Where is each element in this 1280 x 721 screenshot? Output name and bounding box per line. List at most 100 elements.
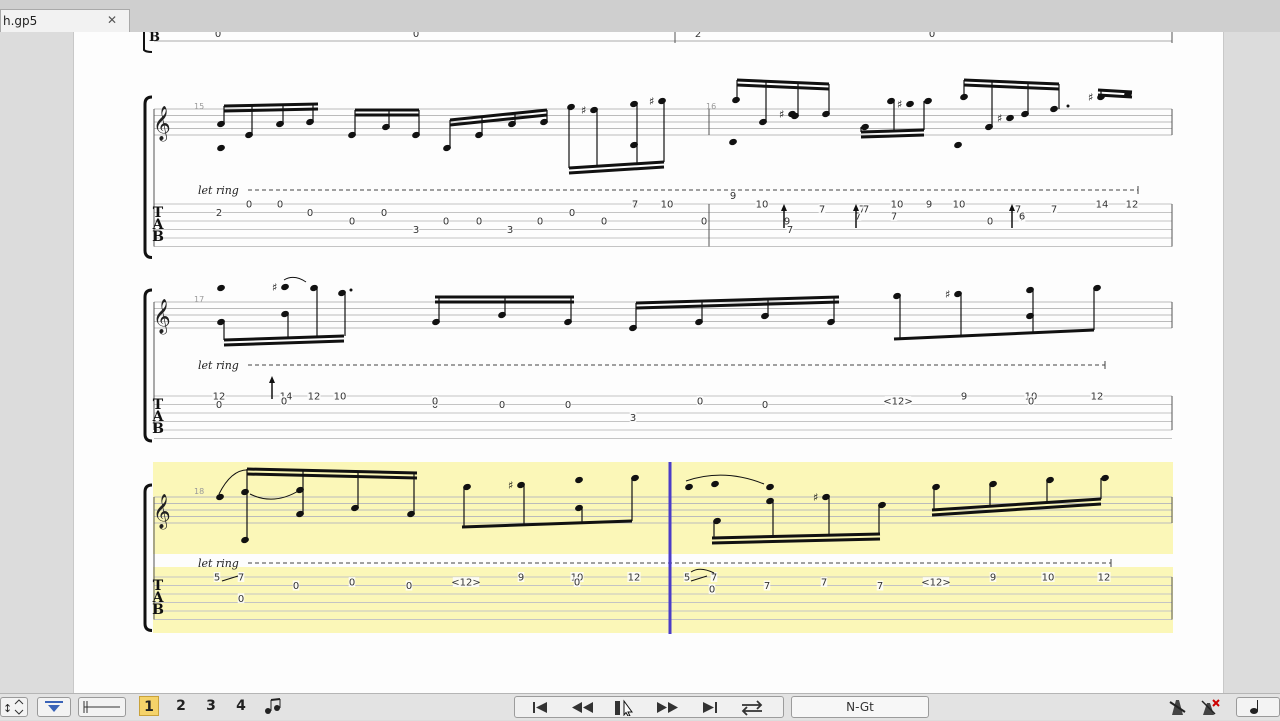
fret-number: 5 — [214, 573, 220, 584]
scroll-mode-button[interactable] — [37, 697, 71, 717]
measure-range-button[interactable] — [78, 697, 126, 717]
first-icon[interactable] — [525, 698, 555, 716]
measure-number: 17 — [194, 295, 204, 304]
quarter-note-icon — [1250, 700, 1258, 714]
fret-number: 12 — [1091, 392, 1104, 403]
fret-number: 3 — [630, 413, 636, 424]
beam — [736, 83, 830, 91]
fret-number: 10 — [756, 200, 769, 211]
rewind-icon[interactable] — [567, 698, 597, 716]
fret-number: 12 — [1098, 573, 1111, 584]
fret-number: 0 — [238, 594, 244, 605]
fret-number: 9 — [518, 573, 524, 584]
fret-number: 2 — [216, 208, 222, 219]
dot — [349, 288, 353, 292]
beam — [1097, 93, 1133, 99]
fret-number: 7 — [821, 578, 827, 589]
fret-number: 0 — [574, 578, 580, 589]
system-bracket — [143, 483, 153, 632]
fret-number: 0 — [215, 32, 221, 40]
fret-number: 7 — [787, 225, 793, 236]
loop-icon[interactable] — [737, 698, 767, 716]
measure-number: 18 — [194, 487, 204, 496]
note-head — [567, 103, 575, 111]
note-duration-button[interactable] — [1236, 697, 1280, 717]
fret-number: 5 — [684, 573, 690, 584]
let-ring-label: let ring — [198, 359, 239, 372]
close-icon[interactable]: ✕ — [107, 13, 117, 27]
forward-icon[interactable] — [653, 698, 683, 716]
fret-number: 9 — [730, 191, 736, 202]
file-tab[interactable]: h.gp5 ✕ — [0, 9, 130, 32]
fret-number: 0 — [709, 584, 715, 595]
sharp-sign: ♯ — [997, 112, 1002, 125]
track-button-3[interactable]: 3 — [201, 696, 221, 716]
count-in-icon[interactable] — [1199, 698, 1221, 716]
fret-number: 0 — [281, 397, 287, 408]
zoom-stepper[interactable]: ↕ — [0, 697, 28, 717]
fret-number: 12 — [1126, 200, 1139, 211]
bend-arrowhead — [781, 204, 787, 211]
partial-system-top: B 0 0 2 0 — [143, 32, 1173, 53]
fret-number: 0 — [1028, 397, 1034, 408]
beam — [1097, 88, 1133, 94]
fret-number: 10 — [953, 200, 966, 211]
transport-controls — [514, 696, 784, 718]
track-button-2[interactable]: 2 — [171, 696, 191, 716]
bottom-toolbar: ↕ 1 2 3 4 N-Gt — [0, 693, 1280, 720]
system-2: 𝄞TAB17let ring♯♯12014012100003000<12>910… — [143, 276, 1173, 443]
score-canvas[interactable]: B0020 𝄞TAB15 16let ring♯♯♯♯♯♯20 000030 0300… — [74, 32, 1225, 693]
scroll-down-icon — [45, 701, 63, 712]
let-ring-label: let ring — [198, 557, 239, 570]
track-name-field[interactable]: N-Gt — [791, 696, 929, 718]
file-tab-label: h.gp5 — [3, 14, 38, 28]
note-head — [658, 97, 666, 105]
fret-number: 7 — [711, 573, 717, 584]
play-pause-icon[interactable] — [611, 698, 641, 716]
sharp-sign: ♯ — [813, 491, 818, 504]
tab-letter-b: B — [152, 229, 164, 245]
track-button-4[interactable]: 4 — [231, 696, 251, 716]
multitrack-icon[interactable] — [262, 697, 284, 717]
fret-number: 10 — [334, 392, 347, 403]
treble-clef: 𝄞 — [153, 494, 171, 530]
fret-number: 0 — [565, 400, 571, 411]
fret-number: 0 — [569, 208, 575, 219]
note-head — [217, 284, 225, 292]
fret-number: 0 — [987, 217, 993, 228]
fret-number: 0 — [216, 400, 222, 411]
beam — [223, 339, 345, 347]
fret-number: 0 — [349, 578, 355, 589]
tie-arc — [283, 276, 307, 283]
beam — [860, 133, 925, 139]
track-button-1[interactable]: 1 — [139, 696, 159, 716]
fret-number: 0 — [537, 217, 543, 228]
sharp-sign: ♯ — [897, 98, 902, 111]
tab-letter-b: B — [149, 32, 160, 45]
note-head — [1050, 105, 1058, 113]
fret-number: 10 — [1042, 573, 1055, 584]
fret-number: 0 — [277, 200, 283, 211]
dot — [1066, 104, 1070, 108]
fret-number: 0 — [381, 208, 387, 219]
treble-clef: 𝄞 — [153, 299, 171, 335]
note-head — [217, 144, 225, 152]
fret-number: 7 — [238, 573, 244, 584]
metronome-icon[interactable] — [1166, 698, 1188, 716]
measure-number: 15 — [194, 102, 204, 111]
fret-number: 7 — [877, 581, 883, 592]
fret-number: 7 — [1051, 205, 1057, 216]
fret-number: 0 — [443, 217, 449, 228]
fret-number: 0 — [929, 32, 935, 40]
last-icon[interactable] — [695, 698, 725, 716]
measure-range-icon — [83, 701, 120, 713]
fret-number: 12 — [308, 392, 321, 403]
note-head — [281, 283, 289, 291]
note-head — [924, 97, 932, 105]
right-margin — [1224, 32, 1280, 692]
score-page[interactable]: B0020 𝄞 T A B 15 16 let ring ♯ ♯ ♯ ♯ ♯ ♯ 2 0 0 0 0 0 3 0 0 3 0 0… — [73, 32, 1224, 693]
fret-number: 0 — [307, 208, 313, 219]
tab-bar: h.gp5 ✕ — [0, 0, 1280, 33]
note-head — [954, 141, 962, 149]
note-head — [732, 96, 740, 104]
